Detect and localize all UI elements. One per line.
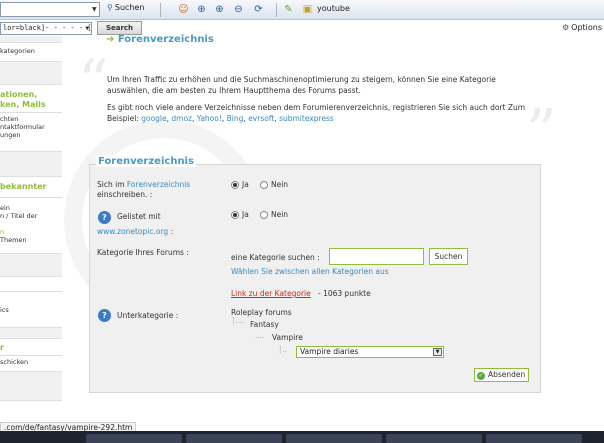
link-bing[interactable]: Bing [227, 114, 244, 123]
divider [0, 112, 62, 113]
zoom-in-icon[interactable]: ⊕ [195, 3, 208, 16]
editor-input[interactable]: lor=black]- - - - - [/c ▼ [0, 22, 92, 35]
sidebar-item[interactable]: kategorien [0, 47, 62, 55]
sidebar-item[interactable]: Themen [0, 236, 62, 244]
divider [0, 291, 62, 292]
radio-label: Nein [271, 180, 289, 189]
sidebar-item[interactable]: ungen [0, 131, 62, 139]
sidebar-box: ationen, ken, Mails chten ntaktformular … [0, 84, 62, 152]
highlight-icon[interactable]: ✎ [282, 3, 295, 16]
bookmark-youtube[interactable]: youtube [317, 4, 350, 13]
category-search-button[interactable]: Suchen [429, 248, 468, 265]
register-yes-radio[interactable] [231, 181, 239, 189]
listed-yes-radio[interactable] [231, 211, 239, 219]
subcategory-select[interactable]: Vampire diaries ▼ [296, 346, 444, 358]
chevron-down-icon[interactable]: ▼ [433, 348, 442, 356]
submit-button[interactable]: ✓ Absenden [474, 368, 529, 382]
taskbar-item[interactable] [86, 434, 182, 443]
category-label: Kategorie Ihres Forums : [97, 248, 189, 257]
tree-item-fantasy: Fantasy [250, 320, 279, 329]
bookmark-folder-icon: ▣ [302, 4, 313, 15]
page-title: ➔ Forenverzeichnis [106, 34, 214, 45]
browser-toolbar: ▼ ⚲ Suchen ☺ ⊕ ⊕ ⊖ ⟳ ✎ ▣ youtube [0, 0, 604, 20]
help-icon[interactable]: ? [98, 211, 111, 224]
sidebar-heading: bekannter [0, 182, 47, 191]
gear-icon: ⚙ [562, 23, 570, 32]
subcategory-label: Unterkategorie : [117, 311, 179, 320]
sidebar-box: bekannter ein n / Titel der n Themen [0, 176, 62, 254]
sidebar-item[interactable]: n / Titel der [0, 212, 62, 220]
search-icon: ⚲ [107, 3, 113, 12]
link-evrsoft[interactable]: evrsoft [248, 114, 274, 123]
toolbar-separator [160, 3, 161, 17]
link-yahoo[interactable]: Yahoo! [197, 114, 222, 123]
options-button[interactable]: ⚙ Options [562, 23, 602, 32]
tree-connector: ┆‥ [278, 346, 287, 354]
link-submitexpress[interactable]: submitexpress [279, 114, 334, 123]
sidebar-box: kategorien [0, 42, 62, 62]
sidebar: kategorien ationen, ken, Mails chten nta… [0, 36, 62, 431]
taskbar-item[interactable] [386, 434, 482, 443]
sidebar-heading: r [0, 343, 4, 352]
tree-connector: ‥‥ [255, 332, 265, 340]
radio-label: Ja [242, 210, 249, 219]
form-legend: Forenverzeichnis [96, 156, 196, 167]
link-google[interactable]: google [141, 114, 166, 123]
chevron-down-icon[interactable]: ▼ [85, 23, 89, 34]
refresh-icon[interactable]: ⟳ [252, 3, 265, 16]
category-search-label: eine Kategorie suchen : [231, 253, 320, 262]
register-no-radio[interactable] [260, 181, 268, 189]
sidebar-item[interactable]: n [0, 228, 62, 236]
register-label: Sich im Forenverzeichnis einschreiben. : [97, 180, 191, 199]
sidebar-item[interactable]: ics [0, 306, 62, 314]
arrow-icon: ➔ [106, 34, 118, 45]
link-dmoz[interactable]: dmoz [171, 114, 192, 123]
intro-paragraph: Um Ihren Traffic zu erhöhen und die Such… [107, 75, 496, 95]
intro-paragraph: Es gibt noch viele andere Verzeichnisse … [107, 103, 526, 123]
quote-open-icon: “ [78, 47, 109, 117]
radio-label: Ja [242, 180, 249, 189]
toolbar-separator [276, 3, 277, 17]
zoom-out-icon[interactable]: ⊖ [232, 3, 245, 16]
listed-label-link: www.zonetopic.org : [97, 227, 174, 236]
category-search-input[interactable] [329, 248, 424, 265]
taskbar-item[interactable] [286, 434, 382, 443]
divider [0, 197, 62, 198]
choose-all-categories-link[interactable]: Wählen Sie zwischen allen Kategorien aus [231, 267, 389, 276]
category-link[interactable]: Link zu der Kategorie [231, 289, 311, 298]
sidebar-item[interactable]: ein [0, 204, 62, 212]
listed-no-radio[interactable] [260, 211, 268, 219]
taskbar-item[interactable] [486, 434, 582, 443]
zoom-in-page-icon[interactable]: ⊕ [213, 3, 226, 16]
taskbar-item[interactable] [186, 434, 282, 443]
sidebar-item[interactable]: schicken [0, 358, 62, 366]
listed-label: Gelistet mit [117, 212, 161, 221]
help-icon[interactable]: ? [98, 309, 111, 322]
sidebar-box: r schicken [0, 338, 62, 372]
divider [0, 355, 62, 356]
radio-label: Nein [271, 210, 289, 219]
tree-item-roleplay: Roleplay forums [231, 308, 292, 317]
toolbar-search-input[interactable] [0, 2, 100, 17]
sidebar-box: ics [0, 276, 62, 328]
sidebar-item[interactable]: ntaktformular [0, 123, 62, 131]
tree-connector: ┆‥‥ [231, 317, 245, 325]
search-button[interactable]: Search [97, 21, 142, 35]
toolbar-search-button[interactable]: ⚲ Suchen [107, 3, 144, 12]
sidebar-heading: ken, Mails [0, 100, 46, 109]
checkmark-icon: ✓ [477, 372, 485, 380]
intro-text: Um Ihren Traffic zu erhöhen und die Such… [107, 74, 537, 130]
home-icon[interactable]: ☺ [177, 3, 190, 16]
sidebar-item[interactable]: chten [0, 115, 62, 123]
sidebar-heading: ationen, [0, 90, 38, 99]
tree-item-vampire: Vampire [272, 333, 303, 342]
category-points: - 1063 punkte [318, 289, 371, 298]
toolbar-search-dropdown-icon[interactable]: ▼ [92, 6, 97, 13]
